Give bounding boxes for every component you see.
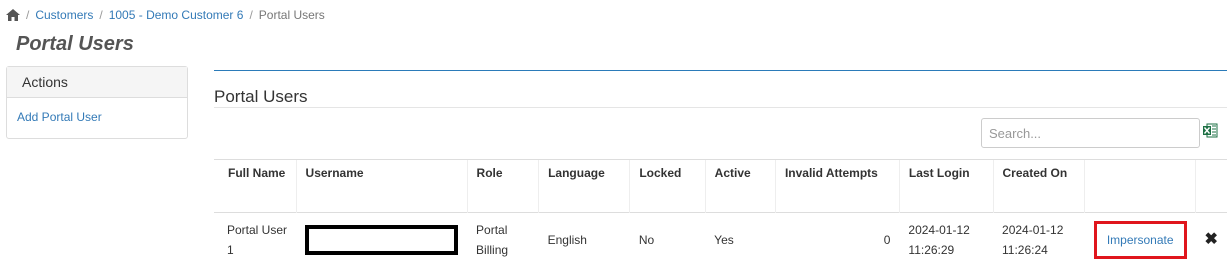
- header-invalid-attempts[interactable]: Invalid Attempts: [774, 159, 900, 213]
- breadcrumb-current: Portal Users: [258, 8, 325, 22]
- excel-icon[interactable]: [1203, 123, 1218, 138]
- header-role[interactable]: Role: [466, 159, 539, 213]
- header-delete: [1195, 159, 1227, 213]
- header-locked[interactable]: Locked: [629, 159, 706, 213]
- cell-invalid-attempts: 0: [775, 212, 900, 267]
- username-redaction-box: [305, 224, 459, 255]
- header-created-on[interactable]: Created On: [992, 159, 1085, 213]
- breadcrumb: / Customers / 1005 - Demo Customer 6 / P…: [6, 7, 325, 23]
- table-row: Portal User 1 Portal Billing English No …: [214, 212, 1227, 267]
- header-full-name[interactable]: Full Name: [214, 159, 297, 213]
- impersonate-link[interactable]: Impersonate: [1107, 233, 1174, 247]
- cell-created-on: 2024-01-12 11:26:24: [993, 212, 1085, 267]
- header-language[interactable]: Language: [538, 159, 630, 213]
- section-divider: [214, 70, 1227, 71]
- breadcrumb-separator: /: [26, 8, 30, 22]
- breadcrumb-separator: /: [99, 8, 103, 22]
- actions-body: Add Portal User: [7, 98, 187, 136]
- impersonate-highlight: Impersonate: [1093, 220, 1187, 259]
- cell-role: Portal Billing: [467, 212, 539, 267]
- actions-panel: Actions Add Portal User: [6, 66, 188, 139]
- breadcrumb-separator: /: [249, 8, 253, 22]
- actions-header: Actions: [7, 67, 187, 98]
- table-header-row: Full Name Username Role Language Locked …: [214, 159, 1227, 213]
- header-last-login[interactable]: Last Login: [898, 159, 994, 213]
- cell-delete: ✖: [1195, 212, 1227, 267]
- cell-impersonate: Impersonate: [1084, 212, 1196, 267]
- cell-language: English: [538, 212, 630, 267]
- header-actions: [1084, 159, 1196, 213]
- cell-locked: No: [629, 212, 706, 267]
- section-title: Portal Users: [214, 87, 1227, 108]
- cell-active: Yes: [705, 212, 776, 267]
- portal-users-table: Full Name Username Role Language Locked …: [214, 159, 1227, 267]
- page-title: Portal Users: [16, 33, 134, 55]
- search-input[interactable]: [981, 118, 1200, 148]
- cell-full-name: Portal User 1: [214, 212, 297, 267]
- breadcrumb-customer-link[interactable]: 1005 - Demo Customer 6: [109, 8, 244, 22]
- breadcrumb-customers-link[interactable]: Customers: [35, 8, 93, 22]
- cell-username: [296, 212, 468, 267]
- close-icon[interactable]: ✖: [1205, 231, 1218, 248]
- add-portal-user-link[interactable]: Add Portal User: [17, 110, 102, 124]
- home-icon[interactable]: [6, 9, 20, 21]
- header-username[interactable]: Username: [295, 159, 468, 213]
- header-active[interactable]: Active: [704, 159, 776, 213]
- cell-last-login: 2024-01-12 11:26:29: [899, 212, 994, 267]
